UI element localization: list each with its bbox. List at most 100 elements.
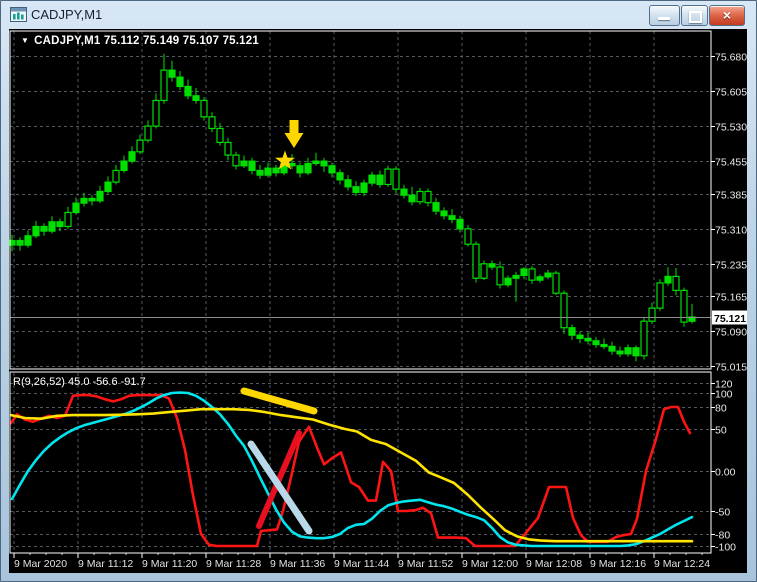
chart-icon — [10, 7, 27, 22]
time-axis-label: 9 Mar 2020 — [14, 558, 67, 570]
indicator-axis-label: 0.00 — [715, 467, 736, 479]
candle-body — [376, 174, 384, 186]
candle-body — [320, 160, 328, 167]
ohlc-values: 75.112 75.149 75.107 75.121 — [103, 35, 259, 47]
candle-body — [472, 243, 480, 279]
candle-body — [384, 168, 392, 186]
indicator-name-label: R(9,26,52) 45.0 -56.6 -91.7 — [13, 376, 146, 388]
candle-body — [336, 172, 344, 181]
chart-client-area: 75.680 75.605 75.530 75.455 75.385 75.310 75.2… — [9, 29, 747, 573]
candle-body — [120, 160, 128, 172]
indicator-panel-border — [9, 371, 712, 554]
ohlc-symbol: CADJPY,M1 — [34, 35, 101, 47]
candle-body — [368, 174, 376, 184]
candle-body — [552, 272, 560, 294]
candle-body — [672, 275, 680, 291]
candle-body — [48, 221, 56, 232]
indicator-axis-label: -50 — [715, 507, 730, 519]
candle-body — [528, 268, 536, 281]
symbol-dropdown-icon[interactable]: ▼ — [21, 36, 29, 45]
candle-body — [240, 160, 248, 167]
price-axis-label: 75.680 — [715, 52, 747, 64]
candle-body — [480, 263, 488, 279]
candle-body — [160, 69, 168, 102]
candle-body — [560, 292, 568, 329]
candle-body — [216, 127, 224, 144]
candle-body — [640, 320, 648, 357]
candle-body — [312, 160, 320, 165]
price-axis-label: 75.015 — [715, 362, 747, 374]
candle-body — [536, 276, 544, 281]
time-axis-label: 9 Mar 11:28 — [206, 558, 261, 570]
indicator-axis-label: 80 — [715, 403, 727, 415]
candles-layer — [9, 53, 696, 362]
candle-body — [504, 277, 512, 286]
price-axis-label: 75.165 — [715, 292, 747, 304]
candle-body — [112, 169, 120, 183]
price-axis-label: 75.605 — [715, 87, 747, 99]
candle-body — [104, 181, 112, 193]
candle-body — [520, 268, 528, 277]
candle-body — [40, 225, 48, 232]
indicator-axis-label: -100 — [715, 542, 736, 554]
candle-body — [432, 202, 440, 212]
minimize-button[interactable] — [649, 5, 680, 26]
candle-body — [512, 274, 520, 279]
time-axis-label: 9 Mar 11:20 — [142, 558, 197, 570]
candle-body — [440, 210, 448, 217]
restore-button[interactable] — [681, 5, 708, 26]
candle-body — [392, 168, 400, 190]
candle-body — [488, 263, 496, 268]
candle-body — [264, 167, 272, 176]
candle-body — [496, 266, 504, 286]
candle-body — [32, 225, 40, 237]
candle-body — [400, 188, 408, 196]
main-chart-border — [9, 30, 712, 370]
time-axis-label: 9 Mar 11:36 — [270, 558, 325, 570]
candle-body — [72, 202, 80, 214]
candle-body — [616, 350, 624, 355]
price-axis-label: 75.310 — [715, 225, 747, 237]
time-axis-label: 9 Mar 12:08 — [526, 558, 582, 570]
window-title: CADJPY,M1 — [31, 7, 103, 22]
candle-body — [56, 221, 64, 228]
candle-body — [344, 179, 352, 188]
price-chart[interactable]: 75.680 75.605 75.530 75.455 75.385 75.310 75.2… — [9, 29, 747, 573]
minimize-icon — [658, 17, 670, 20]
time-axis-label: 9 Mar 11:12 — [78, 558, 133, 570]
price-axis-label: 75.235 — [715, 260, 747, 272]
candle-body — [144, 125, 152, 141]
current-price-text: 75.121 — [714, 313, 746, 325]
close-button[interactable]: × — [709, 5, 745, 26]
price-axis-label: 75.455 — [715, 157, 747, 169]
candle-body — [16, 239, 24, 246]
candle-body — [176, 76, 184, 88]
candle-body — [328, 165, 336, 174]
restore-icon — [689, 11, 702, 23]
time-axis-label: 9 Mar 11:52 — [398, 558, 453, 570]
candle-body — [576, 334, 584, 340]
candle-body — [136, 139, 144, 153]
candle-body — [128, 151, 136, 162]
drawing-objects-layer[interactable] — [240, 120, 318, 535]
candle-body — [632, 347, 640, 357]
candle-body — [24, 235, 32, 246]
candle-body — [200, 99, 208, 118]
candle-body — [192, 95, 200, 102]
candle-body — [64, 211, 72, 228]
candle-body — [232, 154, 240, 167]
candle-body — [352, 186, 360, 193]
time-axis-label: 9 Mar 11:44 — [334, 558, 389, 570]
candle-body — [648, 307, 656, 322]
candle-body — [272, 167, 280, 174]
candle-body — [184, 85, 192, 97]
trendline-object-0[interactable] — [240, 387, 318, 415]
candle-body — [80, 197, 88, 204]
candle-body — [568, 327, 576, 336]
time-axis-label: 9 Mar 12:24 — [654, 558, 710, 570]
candle-body — [656, 282, 664, 309]
candle-body — [152, 99, 160, 127]
price-axis-label: 75.385 — [715, 190, 747, 202]
title-bar[interactable]: CADJPY,M1 × — [1, 1, 756, 29]
ohlc-readout: ▼ CADJPY,M1 75.112 75.149 75.107 75.121 — [21, 35, 259, 47]
